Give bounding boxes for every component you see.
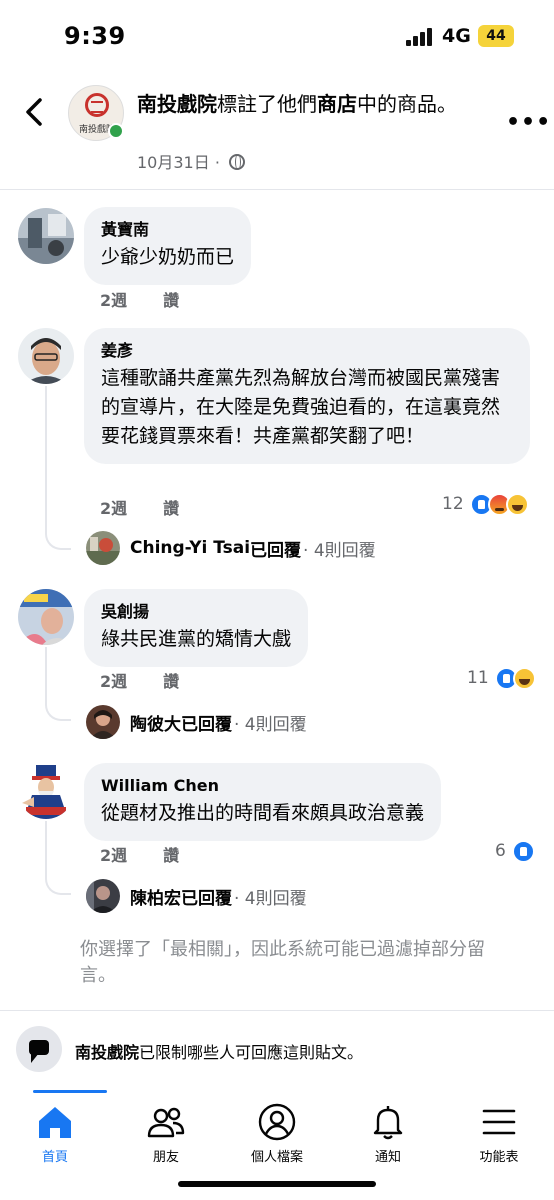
avatar[interactable] bbox=[86, 531, 120, 565]
comment-time[interactable]: 2週 bbox=[100, 499, 127, 518]
profile-icon bbox=[258, 1103, 296, 1141]
chat-bubble-icon bbox=[16, 1026, 62, 1072]
network-type: 4G bbox=[442, 25, 471, 47]
restriction-message: 已限制哪些人可回應這則貼文。 bbox=[139, 1043, 364, 1062]
comment-actions: 2週 讚 bbox=[100, 495, 215, 519]
reaction-count: 11 bbox=[467, 668, 489, 688]
restriction-page-name[interactable]: 南投戲院 bbox=[75, 1043, 139, 1062]
post-title: 南投戲院標註了他們商店中的商品。 bbox=[137, 90, 467, 118]
avatar[interactable] bbox=[18, 763, 74, 819]
thread-line bbox=[45, 821, 71, 895]
meta-separator: · bbox=[214, 153, 220, 172]
comment-bubble[interactable]: 黃寶南 少爺少奶奶而已 bbox=[84, 207, 252, 285]
comment-author[interactable]: 黃寶南 bbox=[101, 219, 234, 241]
reply-author: 陳柏宏 bbox=[130, 888, 181, 909]
haha-reaction-icon bbox=[512, 666, 536, 690]
reaction-summary[interactable]: 6 bbox=[495, 838, 535, 864]
like-button[interactable]: 讚 bbox=[163, 846, 179, 865]
tab-label: 功能表 bbox=[479, 1150, 519, 1165]
tab-notifications[interactable]: 通知 bbox=[333, 1102, 443, 1165]
more-dots-icon[interactable]: ••• bbox=[506, 110, 551, 135]
comment-author[interactable]: 吳創揚 bbox=[101, 601, 291, 623]
reaction-count: 12 bbox=[442, 494, 464, 514]
reply-status: 已回覆 bbox=[250, 540, 302, 561]
reply-summary[interactable]: 陶彼大 已回覆 · 4則回覆 bbox=[120, 705, 307, 739]
haha-reaction-icon bbox=[505, 492, 529, 516]
online-status-dot bbox=[108, 123, 124, 139]
home-indicator[interactable] bbox=[178, 1181, 376, 1187]
reply-summary[interactable]: 陳柏宏 已回覆 · 4則回覆 bbox=[120, 879, 307, 913]
reply-count: · 4則回覆 bbox=[234, 888, 307, 909]
tab-friends[interactable]: 朋友 bbox=[111, 1102, 221, 1165]
avatar[interactable] bbox=[18, 208, 74, 264]
comment-actions: 2週 讚 bbox=[100, 287, 215, 311]
chevron-left-icon[interactable] bbox=[22, 97, 46, 127]
menu-icon bbox=[482, 1109, 516, 1135]
reply-count: · 4則回覆 bbox=[303, 540, 376, 561]
tab-label: 通知 bbox=[374, 1150, 401, 1165]
post-date[interactable]: 10月31日 bbox=[137, 153, 210, 172]
reply-author: 陶彼大 bbox=[130, 714, 181, 735]
page-name-link[interactable]: 南投戲院 bbox=[137, 92, 217, 116]
home-icon bbox=[39, 1107, 71, 1138]
status-time: 9:39 bbox=[64, 22, 126, 50]
comment-text: 這種歌誦共產黨先烈為解放台灣而被國民黨殘害的宣導片，在大陸是免費強迫看的，在這裏… bbox=[101, 367, 501, 447]
post-header: 南投戲院 南投戲院標註了他們商店中的商品。 10月31日 · ••• bbox=[0, 70, 554, 190]
store-link[interactable]: 商店 bbox=[317, 92, 357, 116]
signal-icon bbox=[406, 28, 434, 46]
reply-status: 已回覆 bbox=[181, 714, 232, 735]
tab-profile[interactable]: 個人檔案 bbox=[222, 1102, 332, 1165]
tab-menu[interactable]: 功能表 bbox=[444, 1102, 554, 1165]
comment-bubble[interactable]: 吳創揚 綠共民進黨的矯情大戲 bbox=[84, 589, 309, 667]
like-button[interactable]: 讚 bbox=[163, 672, 179, 691]
tab-home[interactable]: 首頁 bbox=[0, 1102, 110, 1165]
comment-bubble[interactable]: 姜彥 這種歌誦共產黨先烈為解放台灣而被國民黨殘害的宣導片，在大陸是免費強迫看的，… bbox=[84, 328, 530, 464]
reaction-summary[interactable]: 12 bbox=[442, 491, 529, 517]
tab-label: 首頁 bbox=[41, 1150, 68, 1165]
comment-text: 綠共民進黨的矯情大戲 bbox=[101, 628, 292, 650]
page-logo-mark bbox=[85, 93, 109, 117]
post-meta: 10月31日 · bbox=[137, 149, 246, 173]
reply-summary[interactable]: Ching-Yi Tsai 已回覆 · 4則回覆 bbox=[120, 531, 376, 565]
tab-label: 個人檔案 bbox=[250, 1150, 303, 1165]
comment-author[interactable]: William Chen bbox=[101, 775, 424, 797]
battery-icon: 44 bbox=[478, 25, 514, 47]
like-button[interactable]: 讚 bbox=[163, 291, 179, 310]
post-title-mid: 標註了他們 bbox=[217, 92, 317, 116]
comment-time[interactable]: 2週 bbox=[100, 672, 127, 691]
avatar[interactable] bbox=[86, 705, 120, 739]
like-button[interactable]: 讚 bbox=[163, 499, 179, 518]
comment-text: 從題材及推出的時間看來頗具政治意義 bbox=[101, 802, 425, 824]
bell-icon bbox=[373, 1106, 403, 1140]
comment-time[interactable]: 2週 bbox=[100, 291, 127, 310]
thread-line bbox=[45, 647, 71, 721]
status-bar: 9:39 4G 44 bbox=[0, 0, 554, 70]
like-reaction-icon bbox=[511, 839, 535, 863]
friends-icon bbox=[147, 1107, 185, 1138]
comment-actions: 2週 讚 bbox=[100, 842, 215, 866]
comment-restriction-notice: 南投戲院已限制哪些人可回應這則貼文。 bbox=[0, 1010, 554, 1090]
comment-actions: 2週 讚 bbox=[100, 668, 215, 692]
comment-bubble[interactable]: William Chen 從題材及推出的時間看來頗具政治意義 bbox=[84, 763, 442, 841]
restriction-text: 南投戲院已限制哪些人可回應這則貼文。 bbox=[75, 1039, 363, 1063]
reply-author: Ching-Yi Tsai bbox=[130, 538, 251, 558]
comment-text: 少爺少奶奶而已 bbox=[101, 246, 235, 268]
post-title-end: 中的商品。 bbox=[357, 92, 457, 116]
comment-time[interactable]: 2週 bbox=[100, 846, 127, 865]
reply-status: 已回覆 bbox=[181, 888, 232, 909]
globe-icon bbox=[229, 154, 246, 170]
active-tab-indicator bbox=[33, 1090, 107, 1093]
tab-label: 朋友 bbox=[152, 1150, 179, 1165]
avatar[interactable] bbox=[86, 879, 120, 913]
reaction-summary[interactable]: 11 bbox=[467, 665, 536, 691]
reaction-count: 6 bbox=[495, 841, 506, 861]
avatar[interactable] bbox=[18, 328, 74, 384]
avatar[interactable] bbox=[18, 589, 74, 645]
comment-author[interactable]: 姜彥 bbox=[101, 340, 513, 362]
reply-count: · 4則回覆 bbox=[234, 714, 307, 735]
comment-filter-note: 你選擇了「最相關」，因此系統可能已過濾掉部分留言。 bbox=[80, 939, 485, 986]
thread-line bbox=[45, 386, 71, 550]
